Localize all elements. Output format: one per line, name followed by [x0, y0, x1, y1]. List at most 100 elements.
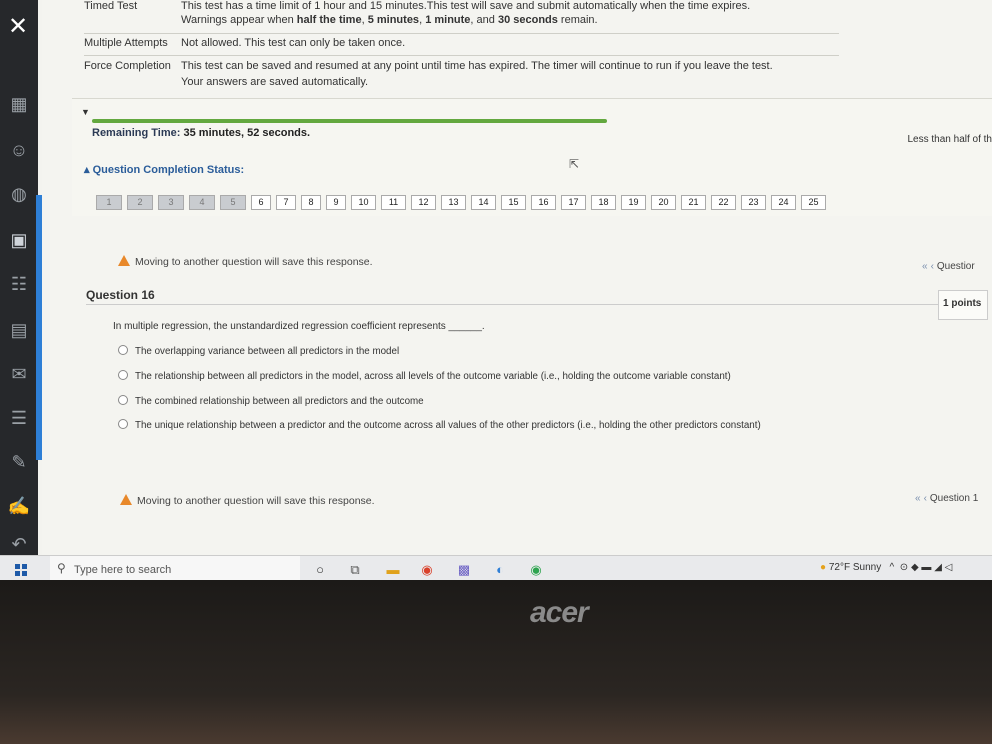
radio-button[interactable] [118, 345, 128, 355]
system-tray: ● 72°F Sunny ^ ⊙ ◆ ▬ ◢ ◁ [820, 562, 952, 573]
question-nav-label: Question 1 [929, 493, 979, 504]
question-number-button[interactable]: 12 [411, 195, 436, 210]
question-number-button[interactable]: 20 [651, 195, 676, 210]
question-number-button[interactable]: 14 [471, 195, 496, 210]
question-number-button[interactable]: 9 [326, 195, 346, 210]
question-number-button[interactable]: 3 [158, 195, 184, 210]
question-number-button[interactable]: 11 [381, 195, 406, 210]
question-number-list: 1 2 3 4 5 6 7 8 9 10 11 12 13 14 15 16 17 18 19 20 21 22 23 24 2… [96, 195, 831, 210]
question-number-button[interactable]: 22 [711, 195, 736, 210]
question-number-button[interactable]: 1 [96, 195, 122, 210]
weather-icon: ● [820, 562, 827, 573]
question-text: In multiple regression, the unstandardiz… [113, 321, 485, 332]
question-number-button[interactable]: 8 [301, 195, 321, 210]
question-number-button[interactable]: 6 [251, 195, 271, 210]
person-icon[interactable]: ☺ [7, 138, 31, 162]
remaining-time: Remaining Time: 35 minutes, 52 seconds. [92, 127, 310, 139]
question-divider [86, 304, 941, 305]
edge-icon[interactable]: ◐ [491, 561, 509, 579]
tray-chevron-icon[interactable]: ^ [884, 562, 895, 573]
option-label: The unique relationship between a predic… [135, 420, 761, 431]
question-number-button[interactable]: 10 [351, 195, 376, 210]
timed-warnings: Warnings appear when half the time, 5 mi… [181, 14, 598, 26]
save-warning-bottom: Moving to another question will save thi… [120, 494, 375, 507]
question-number-button[interactable]: 7 [276, 195, 296, 210]
question-number-button[interactable]: 13 [441, 195, 466, 210]
question-nav-label: Questior [936, 261, 975, 272]
mail-icon[interactable]: ✉ [7, 362, 31, 386]
collapse-arrow-icon[interactable]: ▼ [81, 107, 90, 117]
question-number-button[interactable]: 25 [801, 195, 826, 210]
answer-option[interactable]: The relationship between all predictors … [118, 370, 731, 382]
question-number-button[interactable]: 5 [220, 195, 246, 210]
answer-option[interactable]: The unique relationship between a predic… [118, 419, 761, 431]
divider [84, 55, 839, 56]
first-question-icon[interactable]: « [922, 261, 928, 272]
brand-logo: acer [530, 596, 589, 629]
force-desc: This test can be saved and resumed at an… [181, 60, 773, 72]
search-icon: ⚲ [57, 561, 66, 575]
timed-label: Timed Test [84, 0, 138, 12]
answer-option[interactable]: The overlapping variance between all pre… [118, 345, 399, 357]
remaining-label: Remaining Time: [92, 127, 181, 139]
tray-apps-icon[interactable]: ⊙ ◆ ▬ ◢ ◁ [897, 562, 953, 573]
first-question-icon[interactable]: « [915, 493, 921, 504]
radio-button[interactable] [118, 395, 128, 405]
collapse-icon: ▴ [84, 164, 93, 176]
test-content: Timed Test This test has a time limit of… [42, 0, 992, 555]
divider [84, 33, 839, 34]
autosave-note: Your answers are saved automatically. [181, 76, 369, 88]
completion-status[interactable]: ▴ Question Completion Status: [84, 163, 244, 176]
warning-icon [120, 494, 132, 505]
edit-icon[interactable]: ✍ [7, 494, 31, 518]
radio-button[interactable] [118, 419, 128, 429]
question-nav-bottom[interactable]: «‹ Question 1 [915, 493, 978, 504]
question-number-button[interactable]: 16 [531, 195, 556, 210]
status-panel: ▼ Remaining Time: 35 minutes, 52 seconds… [72, 98, 992, 216]
question-number-button[interactable]: 17 [561, 195, 586, 210]
grid-icon[interactable]: ▤ [7, 318, 31, 342]
question-title: Question 16 [86, 288, 155, 302]
taskview-icon[interactable]: ⧉ [346, 561, 364, 579]
cortana-icon[interactable]: ○ [311, 561, 329, 579]
search-placeholder: Type here to search [74, 564, 172, 576]
screen: ✕ ▦ ☺ ◍ ▣ ☷ ▤ ✉ ☰ ✎ ✍ ↶ Timed Test This … [0, 0, 992, 580]
file-explorer-icon[interactable]: ▬ [384, 561, 402, 579]
prev-question-icon[interactable]: ‹ [931, 261, 934, 272]
back-icon[interactable]: ↶ [7, 532, 31, 556]
taskbar-search[interactable]: ⚲ Type here to search [50, 556, 300, 580]
book-icon[interactable]: ▣ [7, 228, 31, 252]
list-icon[interactable]: ☰ [7, 406, 31, 430]
chrome-alt-icon[interactable]: ◉ [527, 561, 545, 579]
answer-option[interactable]: The combined relationship between all pr… [118, 395, 424, 407]
weather-text[interactable]: 72°F Sunny [829, 562, 881, 573]
question-number-button[interactable]: 24 [771, 195, 796, 210]
question-number-button[interactable]: 23 [741, 195, 766, 210]
question-number-button[interactable]: 2 [127, 195, 153, 210]
teams-icon[interactable]: ▩ [455, 561, 473, 579]
question-number-button[interactable]: 18 [591, 195, 616, 210]
multiple-label: Multiple Attempts [84, 37, 168, 49]
people-icon[interactable]: ☷ [7, 272, 31, 296]
windows-icon[interactable] [15, 564, 27, 576]
option-label: The overlapping variance between all pre… [135, 346, 400, 357]
question-nav-top[interactable]: «‹ Questior [922, 261, 975, 272]
save-warning-text: Moving to another question will save thi… [135, 256, 373, 268]
force-label: Force Completion [84, 60, 171, 72]
globe-icon[interactable]: ◍ [7, 182, 31, 206]
tools-icon[interactable]: ✎ [7, 450, 31, 474]
save-warning-text: Moving to another question will save thi… [137, 495, 375, 507]
completion-label: Question Completion Status: [92, 164, 245, 176]
save-warning-top: Moving to another question will save thi… [118, 255, 373, 268]
prev-question-icon[interactable]: ‹ [924, 493, 927, 504]
question-number-button[interactable]: 21 [681, 195, 706, 210]
question-number-button[interactable]: 19 [621, 195, 646, 210]
calendar-icon[interactable]: ▦ [7, 92, 31, 116]
close-icon[interactable]: ✕ [3, 12, 33, 42]
radio-button[interactable] [118, 370, 128, 380]
half-time-notice: Less than half of th [907, 134, 992, 145]
question-number-button[interactable]: 4 [189, 195, 215, 210]
option-label: The combined relationship between all pr… [135, 396, 424, 407]
question-number-button[interactable]: 15 [501, 195, 526, 210]
chrome-icon[interactable]: ◉ [418, 561, 436, 579]
